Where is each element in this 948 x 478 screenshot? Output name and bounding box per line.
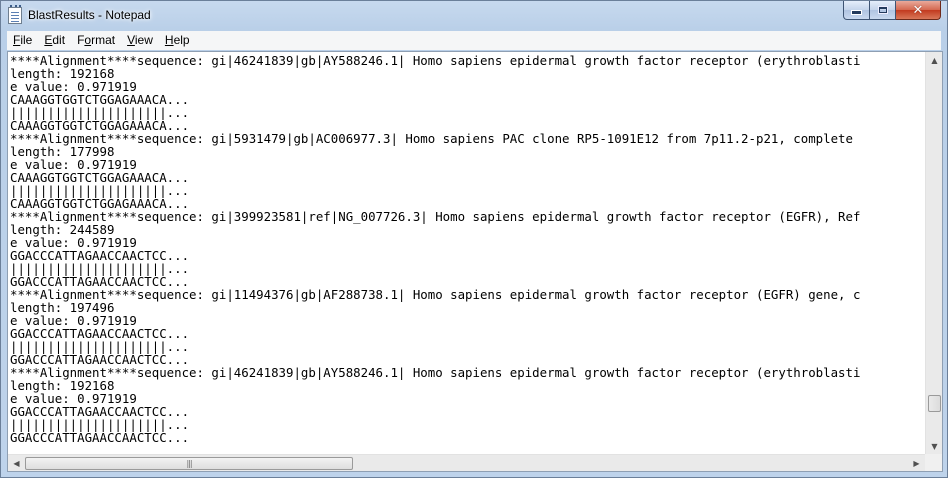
caption-buttons: ✕ bbox=[843, 1, 941, 20]
close-button[interactable]: ✕ bbox=[896, 1, 941, 20]
minimize-icon bbox=[851, 10, 862, 15]
editor-area: ****Alignment****sequence: gi|46241839|g… bbox=[7, 51, 943, 472]
chevron-left-icon: ◀ bbox=[13, 459, 20, 468]
close-icon: ✕ bbox=[912, 2, 924, 18]
text-line: length: 192168 bbox=[10, 66, 115, 81]
text-line: ****Alignment****sequence: gi|5931479|gb… bbox=[10, 131, 853, 146]
text-line: GGACCCATTAGAACCAACTCC... bbox=[10, 430, 190, 445]
scroll-up-button[interactable]: ▲ bbox=[926, 52, 943, 69]
chevron-down-icon: ▼ bbox=[931, 442, 938, 451]
scroll-left-button[interactable]: ◀ bbox=[8, 455, 25, 472]
text-line: ****Alignment****sequence: gi|11494376|g… bbox=[10, 287, 861, 302]
chevron-right-icon: ▶ bbox=[913, 459, 920, 468]
text-line: length: 177998 bbox=[10, 144, 115, 159]
menu-help[interactable]: Help bbox=[159, 31, 196, 50]
menu-file[interactable]: File bbox=[7, 31, 38, 50]
text-line: length: 192168 bbox=[10, 378, 115, 393]
text-line: ****Alignment****sequence: gi|46241839|g… bbox=[10, 365, 861, 380]
text-line: length: 244589 bbox=[10, 222, 115, 237]
scroll-right-button[interactable]: ▶ bbox=[908, 455, 925, 472]
menu-edit[interactable]: Edit bbox=[38, 31, 71, 50]
maximize-icon bbox=[877, 6, 888, 14]
window-title: BlastResults - Notepad bbox=[28, 8, 151, 22]
title-bar[interactable]: BlastResults - Notepad ✕ bbox=[1, 1, 947, 30]
menu-view[interactable]: View bbox=[121, 31, 159, 50]
vertical-scroll-thumb[interactable] bbox=[928, 395, 941, 412]
horizontal-scrollbar[interactable]: ◀ ||| ▶ bbox=[8, 454, 925, 471]
text-line: ****Alignment****sequence: gi|399923581|… bbox=[10, 209, 861, 224]
menu-format[interactable]: Format bbox=[71, 31, 121, 50]
scroll-down-button[interactable]: ▼ bbox=[926, 438, 943, 455]
horizontal-scroll-thumb[interactable]: ||| bbox=[25, 457, 353, 470]
notepad-window: BlastResults - Notepad ✕ File Edit Forma… bbox=[0, 0, 948, 478]
text-editor[interactable]: ****Alignment****sequence: gi|46241839|g… bbox=[8, 52, 925, 455]
text-line: length: 197496 bbox=[10, 300, 115, 315]
maximize-button[interactable] bbox=[870, 1, 896, 20]
minimize-button[interactable] bbox=[843, 1, 870, 20]
vertical-scrollbar[interactable]: ▲ ▼ bbox=[925, 52, 942, 455]
grip-icon: ||| bbox=[186, 459, 192, 468]
text-line: ****Alignment****sequence: gi|46241839|g… bbox=[10, 53, 861, 68]
menu-bar: File Edit Format View Help bbox=[7, 31, 941, 50]
chevron-up-icon: ▲ bbox=[931, 56, 938, 65]
scrollbar-corner bbox=[925, 454, 942, 471]
notepad-icon[interactable] bbox=[8, 5, 22, 24]
